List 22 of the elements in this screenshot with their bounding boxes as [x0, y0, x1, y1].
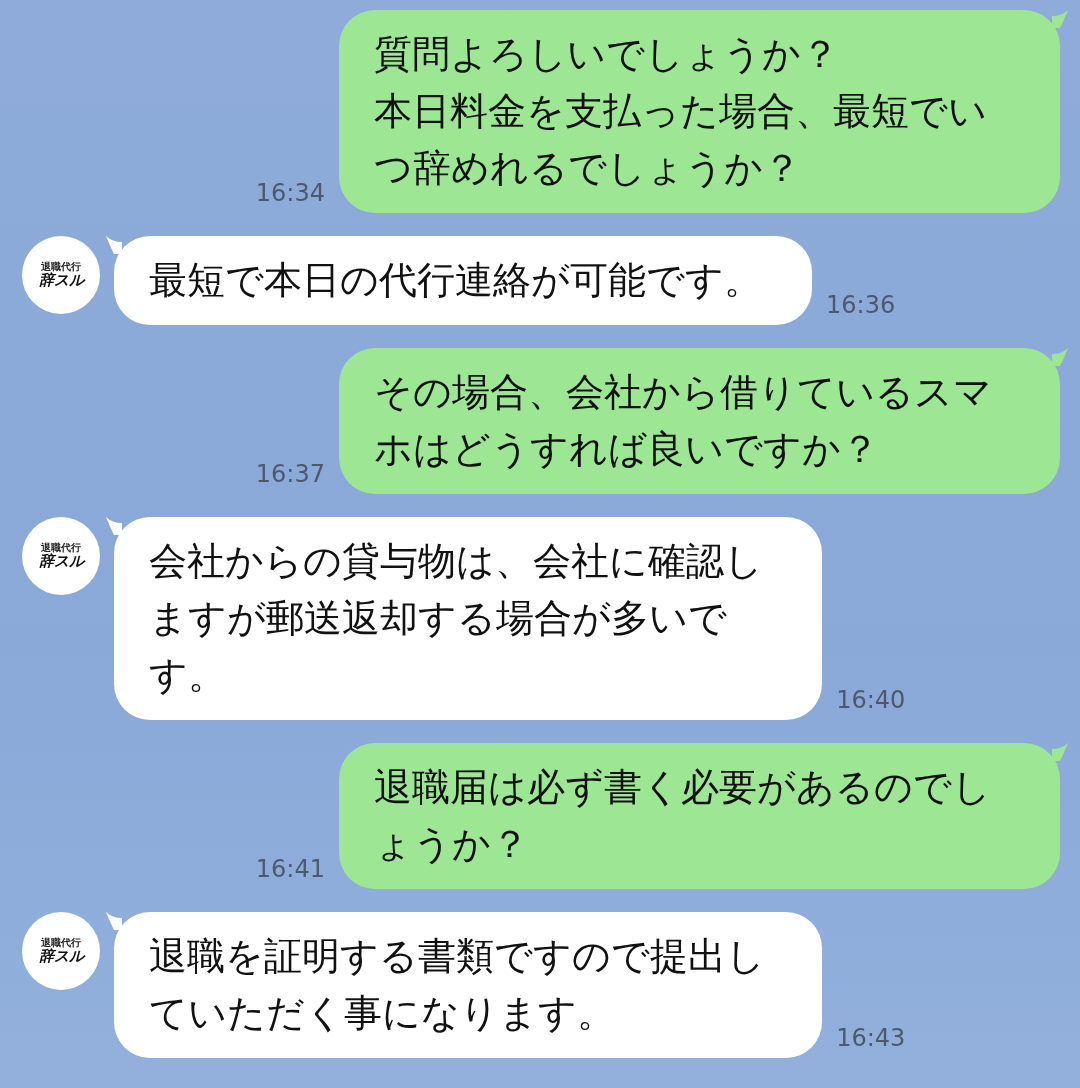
message-text: 最短で本日の代行連絡が可能です。	[149, 257, 762, 304]
timestamp: 16:41	[255, 855, 325, 883]
message-text: その場合、会社から借りているスマホはどうすれば良いですか？	[374, 369, 993, 473]
avatar-logo[interactable]: 退職代行 辞スル	[22, 236, 100, 314]
logo-text: 退職代行	[41, 261, 81, 272]
timestamp: 16:40	[836, 686, 906, 714]
timestamp: 16:34	[255, 179, 325, 207]
logo-text: 辞スル	[38, 553, 84, 570]
logo-text: 退職代行	[41, 542, 81, 553]
logo-text: 退職代行	[41, 937, 81, 948]
message-text: 質問よろしいでしょうか？	[374, 31, 840, 78]
avatar-logo[interactable]: 退職代行 辞スル	[22, 912, 100, 990]
timestamp: 16:37	[255, 460, 325, 488]
logo-text: 辞スル	[38, 948, 84, 965]
message-text: 本日料金を支払った場合、最短でいつ辞めれるでしょうか？	[374, 88, 988, 192]
logo-text: 辞スル	[38, 272, 84, 289]
message-text: 退職を証明する書類ですので提出していただく事になります。	[149, 933, 766, 1037]
timestamp: 16:43	[836, 1024, 906, 1052]
message-text: 会社からの貸与物は、会社に確認しますが郵送返却する場合が多いです。	[149, 538, 764, 699]
timestamp: 16:36	[826, 291, 896, 319]
message-text: 退職届は必ず書く必要があるのでしょうか？	[374, 764, 992, 868]
avatar-logo[interactable]: 退職代行 辞スル	[22, 517, 100, 595]
